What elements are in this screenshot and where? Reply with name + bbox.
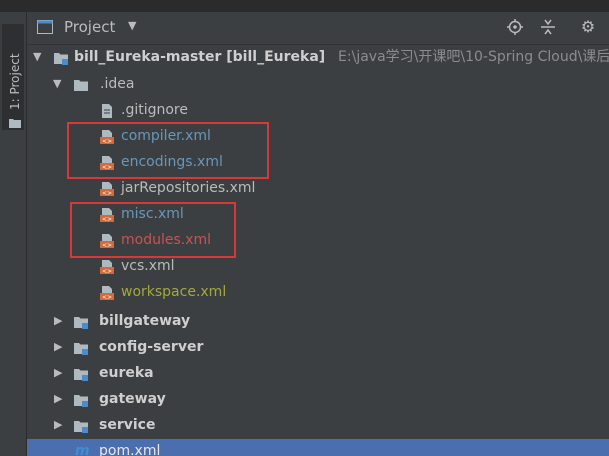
module-label: gateway: [99, 391, 166, 407]
file-label: .gitignore: [121, 102, 188, 118]
locate-icon[interactable]: [504, 16, 526, 38]
tree-row-pom-selected[interactable]: m pom.xml: [27, 439, 609, 456]
collapsed-arrow-icon[interactable]: ▶: [54, 314, 66, 328]
project-tool-tab-label: 1: Project: [8, 53, 22, 110]
svg-text:<>: <>: [102, 268, 112, 275]
tree-row-idea-folder[interactable]: ▼ .idea: [27, 72, 609, 98]
tree-row-file[interactable]: <> jarRepositories.xml: [27, 176, 609, 202]
module-label: billgateway: [99, 313, 191, 329]
collapsed-arrow-icon[interactable]: ▶: [54, 340, 66, 354]
folder-icon: [74, 80, 88, 91]
root-label: bill_Eureka-master [bill_Eureka] E:\java…: [74, 48, 609, 67]
folder-label: .idea: [100, 76, 135, 92]
xml-file-icon: <>: [100, 260, 114, 275]
collapse-all-icon[interactable]: [537, 16, 559, 38]
root-name: bill_Eureka-master: [74, 49, 222, 65]
highlight-box: [70, 202, 236, 258]
pom-label: pom.xml: [99, 443, 161, 456]
collapsed-arrow-icon[interactable]: ▶: [54, 392, 66, 406]
tree-row-module[interactable]: ▶ service: [27, 413, 609, 439]
tree-row-module[interactable]: ▶ config-server: [27, 335, 609, 361]
module-folder-icon: [74, 317, 88, 329]
project-tree: ▼ bill_Eureka-master [bill_Eureka] E:\ja…: [27, 45, 609, 456]
text-file-icon: [102, 104, 112, 118]
module-folder-icon: [74, 421, 88, 433]
file-label: vcs.xml: [121, 258, 175, 274]
maven-icon: m: [75, 443, 90, 456]
project-tool-tab[interactable]: 1: Project: [2, 24, 24, 130]
module-folder-icon: [54, 53, 68, 65]
expand-arrow-icon[interactable]: ▼: [53, 77, 65, 91]
expand-arrow-icon[interactable]: ▼: [33, 50, 45, 64]
project-window-icon: [37, 20, 53, 34]
file-label: workspace.xml: [121, 284, 227, 300]
folder-icon: [9, 119, 21, 128]
module-folder-icon: [74, 395, 88, 407]
collapsed-arrow-icon[interactable]: ▶: [54, 366, 66, 380]
gear-icon[interactable]: ⚙: [577, 16, 599, 38]
tree-row-file[interactable]: <> workspace.xml: [27, 280, 609, 306]
project-toolbar: Project ▼ ⚙: [27, 12, 609, 45]
svg-text:<>: <>: [102, 294, 112, 301]
module-folder-icon: [74, 343, 88, 355]
tree-row-root[interactable]: ▼ bill_Eureka-master [bill_Eureka] E:\ja…: [27, 45, 609, 71]
root-module: [bill_Eureka]: [226, 49, 326, 65]
collapsed-arrow-icon[interactable]: ▶: [54, 418, 66, 432]
module-label: service: [99, 417, 156, 433]
project-view-title[interactable]: Project: [64, 18, 115, 36]
module-label: config-server: [99, 339, 204, 355]
file-label: jarRepositories.xml: [121, 180, 256, 196]
caret-down-icon[interactable]: ▼: [128, 19, 136, 32]
xml-file-icon: <>: [100, 182, 114, 197]
tree-row-file[interactable]: .gitignore: [27, 98, 609, 124]
highlight-box: [67, 122, 269, 179]
module-folder-icon: [74, 369, 88, 381]
xml-file-icon: <>: [100, 286, 114, 301]
tool-window-bar: 1: Project: [0, 12, 27, 456]
window-top-strip: [0, 0, 609, 12]
module-label: eureka: [99, 365, 154, 381]
root-path: E:\java学习\开课吧\10-Spring Cloud\课后作: [338, 49, 609, 65]
tree-row-module[interactable]: ▶ eureka: [27, 361, 609, 387]
tree-row-module[interactable]: ▶ billgateway: [27, 309, 609, 335]
svg-text:<>: <>: [102, 190, 112, 197]
tree-row-module[interactable]: ▶ gateway: [27, 387, 609, 413]
